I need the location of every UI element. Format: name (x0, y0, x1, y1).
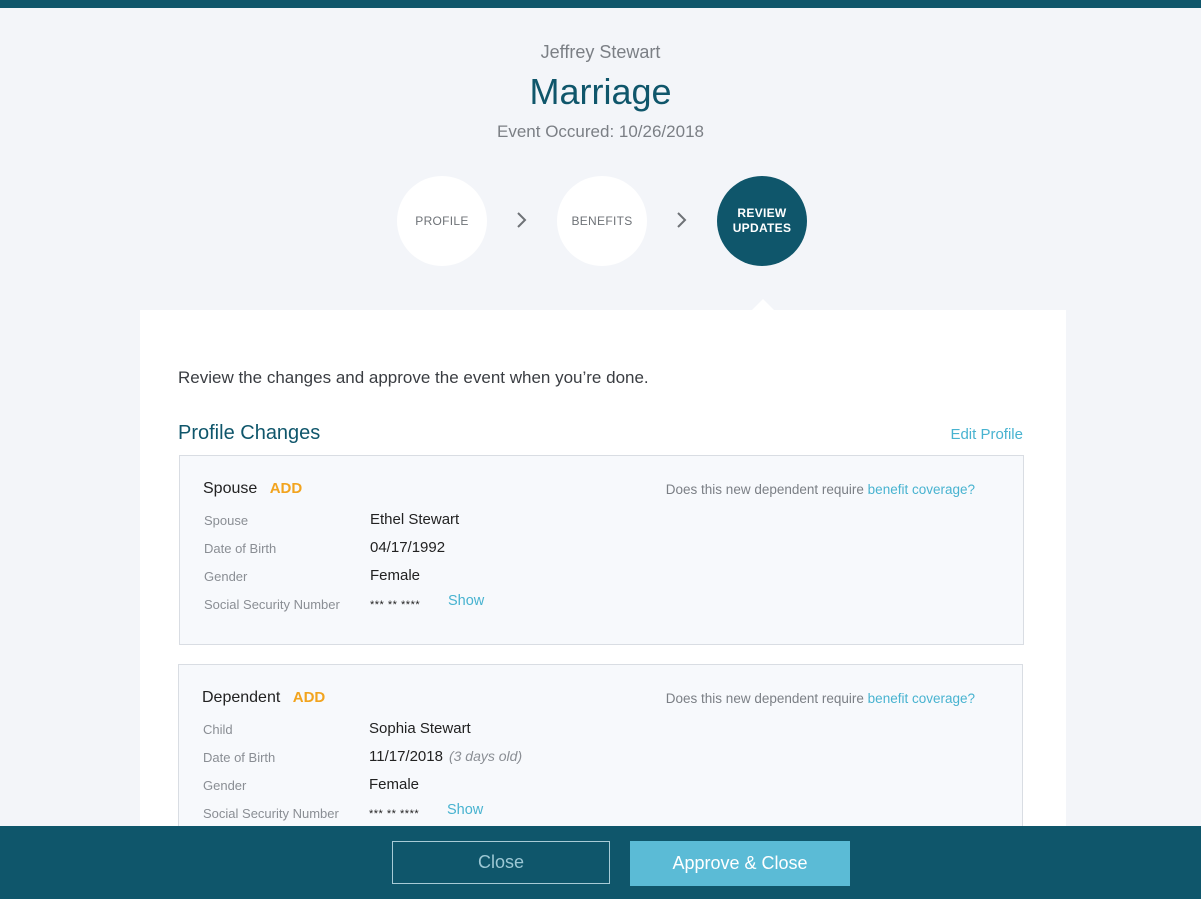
card-header: Spouse ADD (203, 480, 302, 500)
event-title: Marriage (529, 71, 672, 112)
step-benefits[interactable]: BENEFITS (557, 176, 647, 266)
detail-label: Gender (204, 569, 248, 584)
detail-label: Social Security Number (203, 806, 339, 821)
detail-label: Spouse (204, 513, 249, 528)
step-review-updates[interactable]: REVIEW UPDATES (717, 176, 807, 266)
card-type: Dependent (202, 689, 281, 706)
detail-row: Social Security Number *** ** **** Show (203, 802, 1003, 826)
masked-ssn: *** ** **** (369, 808, 420, 820)
detail-value: Sophia Stewart (369, 720, 471, 737)
coverage-question-text: Does this new dependent require (665, 482, 868, 497)
step-label-line1: REVIEW (737, 206, 787, 220)
coverage-question-text: Does this new dependent require (665, 691, 868, 706)
detail-value: Female (370, 567, 421, 584)
detail-row: Social Security Number *** ** **** Show (204, 593, 1004, 617)
detail-label: Gender (203, 778, 247, 793)
event-date: Event Occured: 10/26/2018 (497, 122, 704, 141)
person-name: Jeffrey Stewart (540, 42, 661, 62)
step-profile[interactable]: PROFILE (397, 176, 487, 266)
masked-ssn: *** ** **** (370, 599, 421, 611)
step-label: PROFILE (415, 214, 469, 228)
review-panel: Review the changes and approve the event… (140, 310, 1066, 866)
detail-label: Social Security Number (204, 597, 340, 612)
review-intro: Review the changes and approve the event… (178, 368, 649, 387)
coverage-question: Does this new dependent require benefit … (666, 482, 975, 497)
step-indicator: PROFILE BENEFITS REVIEW UPDATES (0, 176, 1201, 266)
action-footer: Close Approve & Close (0, 826, 1201, 899)
approve-close-button[interactable]: Approve & Close (630, 841, 850, 886)
detail-value: 11/17/2018 (369, 748, 443, 765)
benefit-coverage-link[interactable]: benefit coverage? (868, 691, 975, 706)
detail-label: Date of Birth (203, 750, 276, 765)
age-note: (3 days old) (448, 748, 523, 764)
change-card-spouse: Spouse ADD Does this new dependent requi… (179, 455, 1024, 645)
top-bar (0, 0, 1201, 8)
event-header: Jeffrey Stewart Marriage Event Occured: … (0, 40, 1201, 144)
detail-row: Gender Female (203, 776, 1003, 798)
add-badge: ADD (269, 480, 303, 497)
detail-row: Child Sophia Stewart (203, 720, 1003, 742)
detail-value: Female (369, 776, 420, 793)
show-ssn-link[interactable]: Show (448, 593, 484, 609)
add-badge: ADD (292, 689, 326, 706)
detail-row: Date of Birth 11/17/2018 (3 days old) (203, 748, 1003, 770)
step-label-line2: UPDATES (732, 221, 792, 235)
step-label: BENEFITS (571, 214, 633, 228)
section-title: Profile Changes (178, 422, 321, 444)
coverage-question: Does this new dependent require benefit … (666, 691, 975, 706)
close-button[interactable]: Close (392, 841, 610, 884)
card-header: Dependent ADD (202, 689, 325, 709)
card-type: Spouse (203, 480, 258, 497)
step-label: REVIEW UPDATES (733, 206, 792, 236)
benefit-coverage-link[interactable]: benefit coverage? (868, 482, 975, 497)
detail-row: Spouse Ethel Stewart (204, 511, 1004, 533)
chevron-right-icon (677, 212, 687, 228)
edit-profile-link[interactable]: Edit Profile (950, 426, 1023, 443)
detail-value: Ethel Stewart (370, 511, 460, 528)
detail-row: Date of Birth 04/17/1992 (204, 539, 1004, 561)
detail-row: Gender Female (204, 567, 1004, 589)
detail-label: Child (203, 722, 233, 737)
chevron-right-icon (517, 212, 527, 228)
detail-label: Date of Birth (204, 541, 277, 556)
detail-value-group: 11/17/2018 (3 days old) (369, 748, 522, 765)
detail-value: 04/17/1992 (370, 539, 446, 556)
show-ssn-link[interactable]: Show (447, 802, 483, 818)
